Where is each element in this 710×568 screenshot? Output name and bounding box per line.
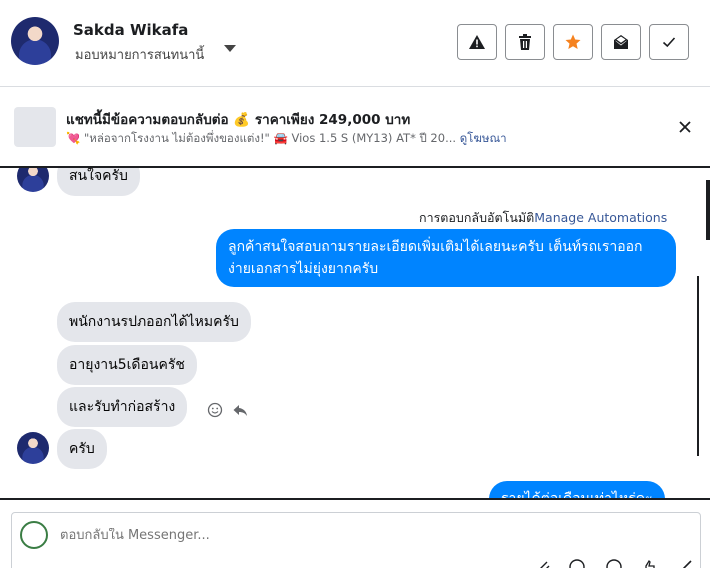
mark-spam-button[interactable] (457, 24, 497, 60)
outgoing-message: รายได้ต่อเดือนเท่าไหร่คะ (489, 481, 665, 498)
automation-label-text: การตอบกลับอัตโนมัติ (419, 210, 535, 225)
contact-avatar-small (17, 168, 49, 192)
star-icon (565, 34, 581, 49)
mark-unread-button[interactable] (601, 24, 641, 60)
mark-done-button[interactable] (649, 24, 689, 60)
incoming-message: ครับ (57, 429, 107, 469)
attachment-icon[interactable] (535, 558, 553, 568)
scrollbar[interactable] (706, 180, 710, 240)
warning-icon (469, 35, 485, 49)
incoming-message: และรับทำก่อสร้าง (57, 387, 188, 427)
view-ad-link[interactable]: ดูโฆษณา (460, 131, 507, 145)
manage-automations-link[interactable]: Manage Automations (534, 210, 667, 225)
ad-subtitle: 💘 "หล่อจากโรงงาน ไม่ต้องพึ่งของแต่ง!" 🚘 … (66, 130, 507, 148)
incoming-message: สนใจครับ (57, 168, 140, 196)
star-button[interactable] (553, 24, 593, 60)
incoming-message: พนักงานรปภออกได้ไหมครับ (57, 302, 251, 342)
side-panel-edge (697, 276, 710, 456)
messenger-conversation: Sakda Wikafa มอบหมายการสนทนานี้ แชทนี้มี… (0, 0, 710, 568)
envelope-open-icon (614, 35, 628, 49)
like-icon[interactable] (640, 558, 658, 568)
reply-icon[interactable] (232, 402, 248, 418)
caret-down-icon[interactable] (224, 45, 236, 52)
outgoing-message: ลูกค้าสนใจสอบถามรายละเอียดเพิ่มเติมได้เล… (216, 229, 676, 287)
check-icon (662, 37, 676, 48)
delete-button[interactable] (505, 24, 545, 60)
message-thread[interactable]: สนใจครับ การตอบกลับอัตโนมัติManage Autom… (0, 166, 710, 500)
close-icon[interactable] (676, 118, 694, 136)
reply-input[interactable] (60, 528, 460, 543)
contact-name[interactable]: Sakda Wikafa (73, 21, 188, 39)
saved-reply-icon[interactable] (605, 558, 623, 568)
incoming-message: อายุงาน5เดือนครัช (57, 345, 197, 385)
react-emoji-icon[interactable] (207, 402, 223, 418)
emoji-icon[interactable] (568, 558, 586, 568)
send-icon[interactable] (676, 558, 694, 568)
ad-subtitle-text: 💘 "หล่อจากโรงงาน ไม่ต้องพึ่งของแต่ง!" 🚘 … (66, 131, 457, 145)
ad-title: แชทนี้มีข้อความตอบกลับต่อ 💰 ราคาเพียง 24… (66, 112, 411, 128)
ad-thumbnail (14, 107, 56, 147)
trash-icon (519, 34, 531, 50)
assign-conversation-dropdown[interactable]: มอบหมายการสนทนานี้ (75, 44, 204, 65)
page-avatar (20, 521, 48, 549)
conversation-header: Sakda Wikafa มอบหมายการสนทนานี้ (0, 0, 710, 87)
contact-avatar[interactable] (11, 17, 59, 65)
automation-label: การตอบกลับอัตโนมัติManage Automations (419, 208, 667, 228)
contact-avatar-small (17, 432, 49, 464)
